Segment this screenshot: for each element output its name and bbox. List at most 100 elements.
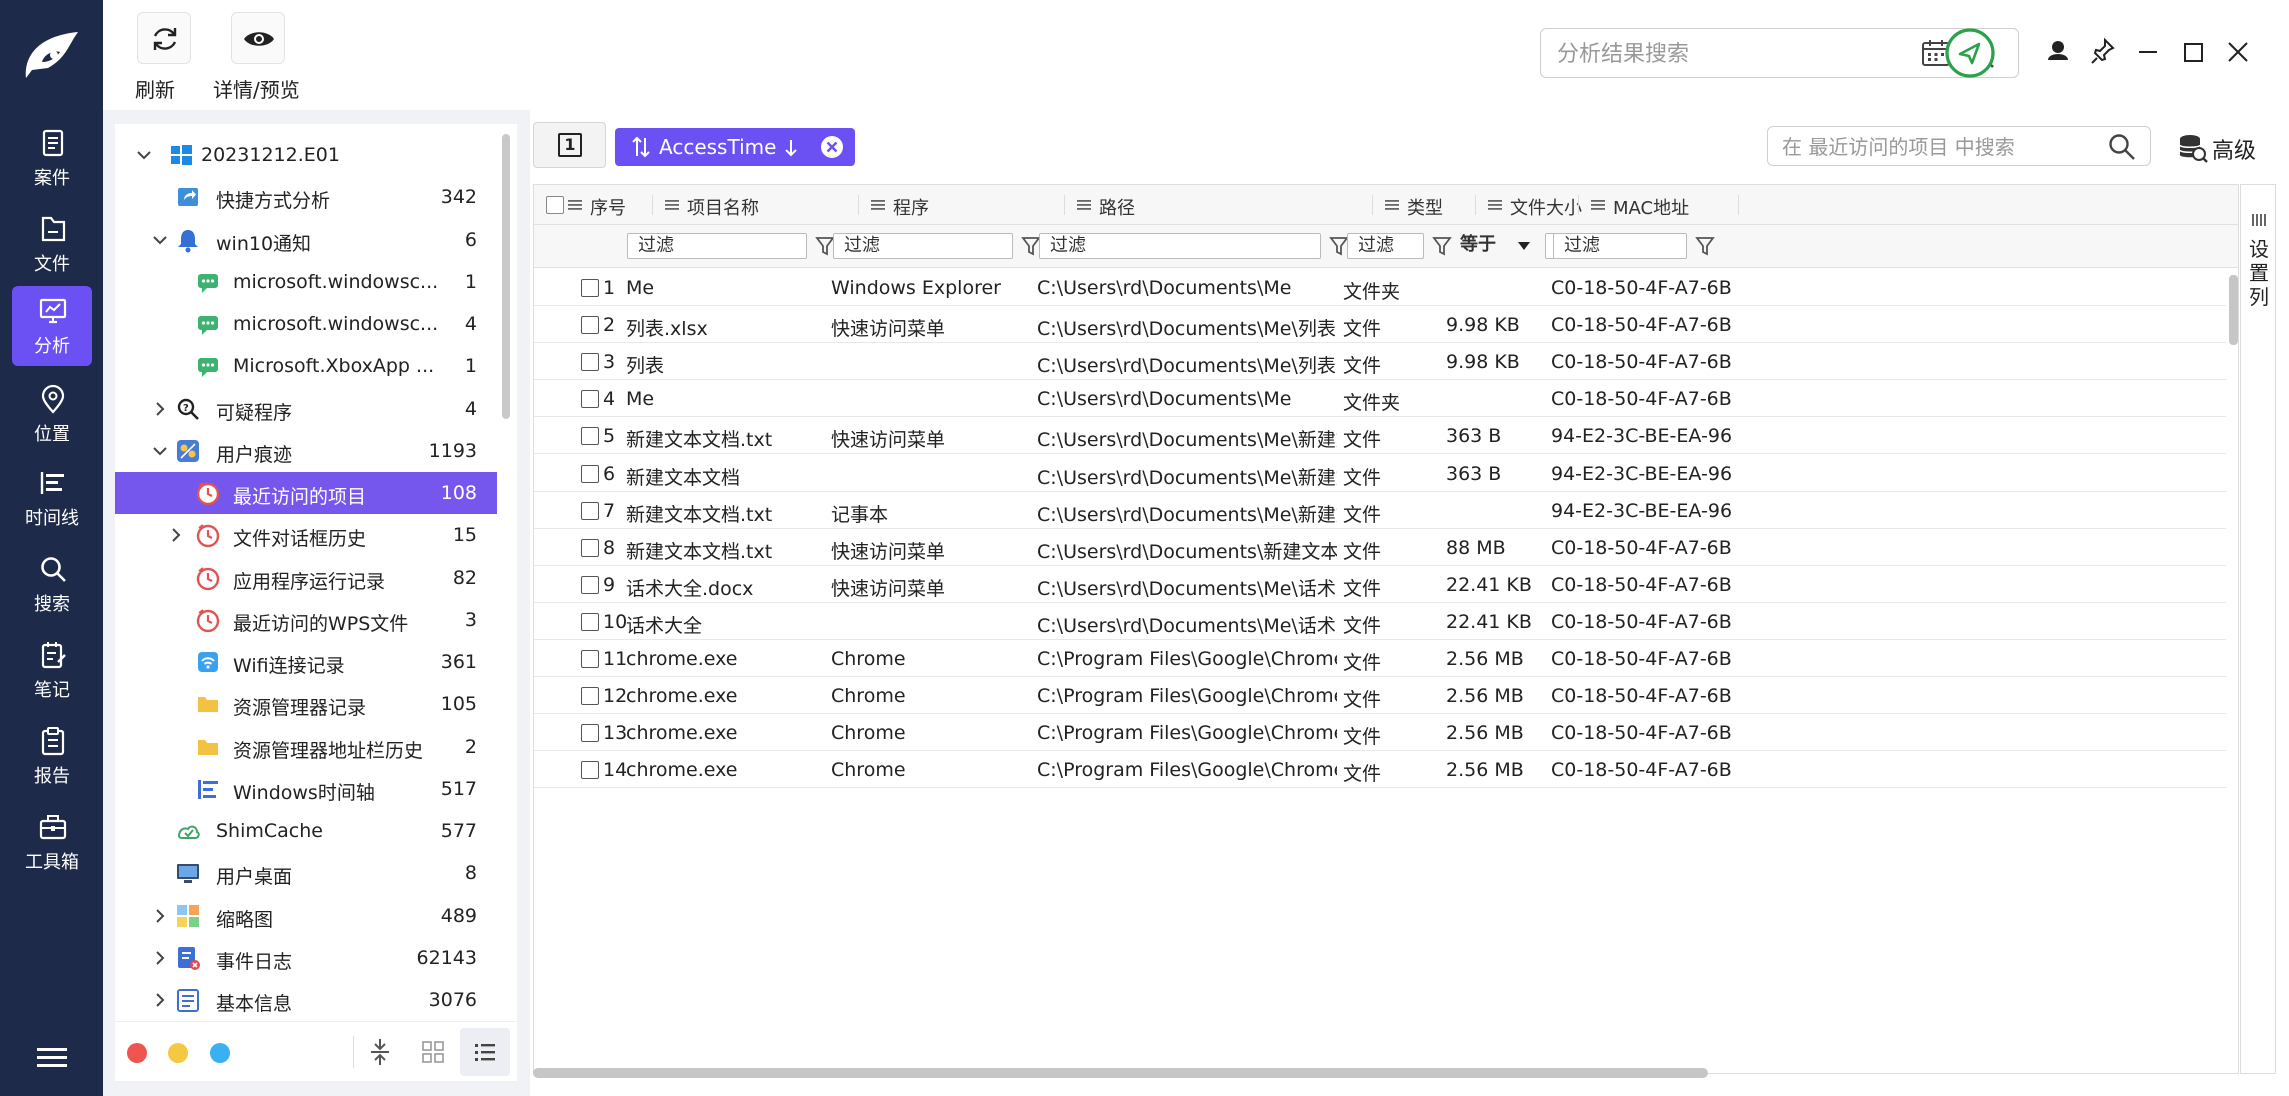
advanced-search-button[interactable]: 高级	[2178, 128, 2278, 168]
chevron-down-icon[interactable]	[151, 442, 169, 460]
nav-item-timeline[interactable]: 时间线	[12, 458, 92, 538]
row-checkbox[interactable]	[581, 687, 599, 706]
table-row[interactable]: 2 列表.xlsx 快速访问菜单 C:\Users\rd\Documents\Me\列…	[534, 306, 2226, 344]
column-menu-icon[interactable]	[1488, 199, 1502, 211]
blue-filter-dot[interactable]	[210, 1043, 230, 1063]
list-view-button[interactable]	[460, 1028, 510, 1076]
table-vertical-scrollbar[interactable]	[2229, 275, 2238, 345]
tree-item[interactable]: 用户痕迹 1193	[115, 430, 497, 472]
row-checkbox[interactable]	[581, 538, 599, 557]
column-header-program[interactable]: 程序	[859, 185, 1065, 225]
column-filter-input[interactable]: 过滤	[1039, 233, 1321, 259]
row-checkbox[interactable]	[581, 279, 599, 297]
column-filter-input[interactable]: 过滤	[1553, 233, 1687, 259]
analysis-search-input[interactable]	[1557, 39, 1897, 69]
tree-item[interactable]: Microsoft.XboxApp ... 1	[115, 345, 497, 387]
sort-chip[interactable]: AccessTime	[615, 128, 855, 166]
nav-item-file[interactable]: 文件	[12, 204, 92, 284]
table-search-icon[interactable]	[2108, 133, 2136, 161]
column-header-name[interactable]: 项目名称	[653, 185, 859, 225]
maximize-icon[interactable]	[2173, 26, 2213, 78]
table-row[interactable]: 13 chrome.exe Chrome C:\Program Files\Googl…	[534, 714, 2226, 752]
collapse-all-icon[interactable]	[368, 1038, 392, 1066]
column-menu-icon[interactable]	[568, 199, 582, 211]
table-search-input[interactable]	[1782, 133, 2082, 161]
column-header-seq[interactable]: 序号	[556, 185, 653, 225]
tree-item[interactable]: 文件对话框历史 15	[115, 514, 497, 556]
chevron-right-icon[interactable]	[151, 400, 169, 418]
preview-button[interactable]: 详情/预览	[211, 12, 311, 102]
row-checkbox[interactable]	[581, 501, 599, 520]
tree-item[interactable]: microsoft.windowsc... 4	[115, 303, 497, 345]
tree-item[interactable]: 最近访问的项目 108	[115, 472, 497, 514]
pin-icon[interactable]	[2083, 26, 2123, 78]
tree-item[interactable]: ? 可疑程序 4	[115, 388, 497, 430]
tree-item[interactable]: microsoft.windowsc... 1	[115, 261, 497, 303]
send-icon[interactable]	[1944, 27, 1996, 79]
column-menu-icon[interactable]	[665, 199, 679, 211]
column-header-path[interactable]: 路径	[1065, 185, 1373, 225]
tree-item[interactable]: ShimCache 577	[115, 810, 497, 852]
nav-item-notes[interactable]: 笔记	[12, 630, 92, 710]
table-row[interactable]: 5 新建文本文档.txt 快速访问菜单 C:\Users\rd\Documents\M…	[534, 417, 2226, 455]
tree-item[interactable]: Wifi连接记录 361	[115, 641, 497, 683]
table-row[interactable]: 11 chrome.exe Chrome C:\Program Files\Googl…	[534, 640, 2226, 677]
table-row[interactable]: 7 新建文本文档.txt 记事本 C:\Users\rd\Documents\Me\新…	[534, 492, 2226, 529]
nav-item-analysis[interactable]: 分析	[12, 286, 92, 366]
chevron-right-icon[interactable]	[151, 949, 169, 967]
column-menu-icon[interactable]	[1077, 199, 1091, 211]
tree-scrollbar[interactable]	[502, 134, 510, 419]
row-checkbox[interactable]	[581, 575, 599, 594]
table-row[interactable]: 3 列表 C:\Users\rd\Documents\Me\列表.xlsx 文件 9.9…	[534, 343, 2226, 381]
tree-item[interactable]: 用户桌面 8	[115, 852, 497, 894]
tree-item[interactable]: 缩略图 489	[115, 895, 497, 937]
filter-icon[interactable]	[815, 235, 835, 257]
size-filter-operator[interactable]: 等于	[1450, 233, 1540, 259]
row-checkbox[interactable]	[581, 353, 599, 372]
row-checkbox[interactable]	[581, 427, 599, 446]
column-menu-icon[interactable]	[871, 199, 885, 211]
table-row[interactable]: 12 chrome.exe Chrome C:\Program Files\Googl…	[534, 677, 2226, 715]
tree-root[interactable]: 20231212.E01	[115, 134, 497, 176]
tree-item[interactable]: 应用程序运行记录 82	[115, 557, 497, 599]
tree-item[interactable]: 最近访问的WPS文件 3	[115, 599, 497, 641]
column-header-mac[interactable]: MAC地址	[1579, 185, 1739, 225]
column-filter-input[interactable]: 过滤	[833, 233, 1013, 259]
page-number-button[interactable]: 1	[533, 122, 606, 168]
table-row[interactable]: 14 chrome.exe Chrome C:\Program Files\Googl…	[534, 751, 2226, 789]
close-icon[interactable]	[2218, 26, 2258, 78]
column-settings-panel[interactable]: 设置列	[2240, 184, 2276, 1074]
table-row[interactable]: 8 新建文本文档.txt 快速访问菜单 C:\Users\rd\Documents\新…	[534, 529, 2226, 566]
column-header-size[interactable]: 文件大小	[1476, 185, 1582, 225]
refresh-button[interactable]: 刷新	[135, 12, 195, 102]
column-menu-icon[interactable]	[1385, 199, 1399, 211]
row-checkbox[interactable]	[581, 316, 599, 335]
row-checkbox[interactable]	[581, 761, 599, 780]
red-filter-dot[interactable]	[127, 1043, 147, 1063]
table-row[interactable]: 4 Me C:\Users\rd\Documents\Me 文件夹 C0-18-50-4…	[534, 380, 2226, 418]
tree-item[interactable]: 资源管理器记录 105	[115, 683, 497, 725]
chevron-right-icon[interactable]	[151, 907, 169, 925]
tree-item[interactable]: 资源管理器地址栏历史 2	[115, 726, 497, 768]
column-divider[interactable]	[1738, 195, 1739, 215]
chevron-down-icon[interactable]	[135, 146, 153, 164]
grid-view-icon[interactable]	[421, 1040, 445, 1064]
row-checkbox[interactable]	[581, 390, 599, 409]
column-menu-icon[interactable]	[1591, 199, 1605, 211]
minimize-icon[interactable]	[2128, 26, 2168, 78]
tree-item[interactable]: 基本信息 3076	[115, 979, 497, 1021]
table-row[interactable]: 10话术大全 C:\Users\rd\Documents\Me\话术大全.docx…	[534, 603, 2226, 640]
row-checkbox[interactable]	[581, 724, 599, 743]
filter-icon[interactable]	[1432, 235, 1452, 257]
nav-item-report[interactable]: 报告	[12, 716, 92, 796]
tree-item[interactable]: Windows时间轴 517	[115, 768, 497, 810]
column-header-type[interactable]: 类型	[1373, 185, 1476, 225]
remove-sort-icon[interactable]	[820, 135, 844, 159]
menu-icon[interactable]	[37, 1046, 67, 1070]
nav-item-search[interactable]: 搜索	[12, 544, 92, 624]
nav-item-toolbox[interactable]: 工具箱	[12, 802, 92, 882]
column-filter-input[interactable]: 过滤	[627, 233, 807, 259]
chevron-down-icon[interactable]	[151, 231, 169, 249]
tree-item[interactable]: 事件日志 62143	[115, 937, 497, 979]
filter-icon[interactable]	[1695, 235, 1715, 257]
